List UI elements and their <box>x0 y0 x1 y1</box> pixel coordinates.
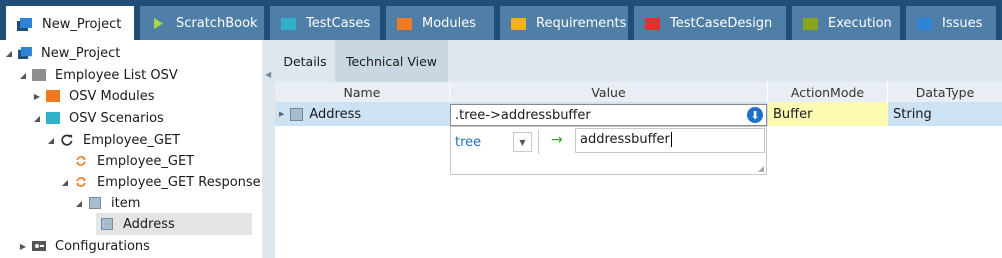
folder-icon <box>803 17 818 30</box>
collapsed-arrow-icon[interactable]: ▶ <box>18 242 28 251</box>
panel-splitter[interactable]: ◀ <box>262 40 275 258</box>
tree-node-new-project[interactable]: ◢ New_Project <box>4 42 120 64</box>
target-value: addressbuffer <box>580 132 670 147</box>
tree-node-employee-get-response[interactable]: ◢ Employee_GET Response <box>60 171 261 193</box>
square-icon <box>290 107 304 121</box>
tree-node-employee-get-request[interactable]: Employee_GET <box>74 150 194 172</box>
folder-icon <box>511 17 526 30</box>
folder-icon <box>46 112 60 124</box>
tab-details[interactable]: Details <box>275 40 335 82</box>
expanded-arrow-icon[interactable]: ◢ <box>60 178 70 187</box>
datatype-cell[interactable]: String <box>888 102 1002 126</box>
value-input[interactable]: .tree->addressbuffer ⬇ <box>450 104 767 126</box>
tab-label: ScratchBook <box>176 15 258 31</box>
folder-icon <box>32 69 46 81</box>
buffer-editor-popup: tree ▼ → addressbuffer ◢ <box>450 126 767 175</box>
column-header-value[interactable]: Value <box>450 82 768 102</box>
tree-node-osv-modules[interactable]: ▶ OSV Modules <box>32 85 155 107</box>
chevron-down-icon[interactable]: ▼ <box>513 132 532 152</box>
collapsed-arrow-icon[interactable]: ▶ <box>279 110 284 118</box>
tree-node-item[interactable]: ◢ item <box>74 192 140 214</box>
tree-node-label: Configurations <box>55 238 150 254</box>
tab-label: Requirements <box>536 15 627 31</box>
column-header-name[interactable]: Name <box>275 82 450 102</box>
tab-execution[interactable]: Execution <box>792 6 900 40</box>
cycle-icon <box>75 177 87 187</box>
actionmode-value: Buffer <box>773 106 813 122</box>
tab-label: TestCases <box>306 15 371 31</box>
tree-node-label: Employee_GET Response <box>97 174 261 190</box>
column-header-datatype[interactable]: DataType <box>888 82 1002 102</box>
close-tab-button[interactable]: × <box>133 15 134 33</box>
expand-editor-button[interactable]: ⬇ <box>747 107 763 123</box>
square-icon <box>89 197 101 209</box>
tree-node-employee-get[interactable]: ◢ Employee_GET <box>46 129 180 151</box>
tab-label: New_Project <box>42 16 122 32</box>
tree-node-label: Employee_GET <box>83 132 181 148</box>
tab-label: TestCaseDesign <box>670 15 773 31</box>
text-cursor <box>670 132 672 147</box>
project-icon <box>18 47 32 59</box>
refresh-icon <box>61 134 73 146</box>
tab-requirements[interactable]: Requirements <box>500 6 628 40</box>
folder-icon <box>645 17 660 30</box>
cycle-icon <box>75 156 87 166</box>
tab-technical-view[interactable]: Technical View <box>335 40 448 82</box>
tab-label: Issues <box>942 15 983 31</box>
actionmode-cell[interactable]: Buffer <box>768 102 888 126</box>
tree-node-label: Address <box>123 216 175 232</box>
expanded-arrow-icon[interactable]: ◢ <box>4 49 14 58</box>
expanded-arrow-icon[interactable]: ◢ <box>46 136 56 145</box>
row-name: Address <box>309 106 362 122</box>
tab-testcasedesign[interactable]: TestCaseDesign <box>634 6 786 40</box>
expanded-arrow-icon[interactable]: ◢ <box>18 71 28 80</box>
tree-node-label: OSV Scenarios <box>69 110 164 126</box>
name-cell[interactable]: ▶ Address <box>275 102 450 126</box>
tree-node-label: item <box>111 195 141 211</box>
arrow-down-icon: ⬇ <box>750 108 760 122</box>
details-panel: Details Technical View Name Value Action… <box>275 40 1002 258</box>
folder-icon <box>281 17 296 30</box>
tree-node-label: Employee List OSV <box>55 67 178 83</box>
collapse-panel-icon[interactable]: ◀ <box>265 70 271 79</box>
folder-icon <box>917 17 932 30</box>
tab-issues[interactable]: Issues <box>906 6 996 40</box>
tab-modules[interactable]: Modules <box>386 6 494 40</box>
tree-node-employee-list-osv[interactable]: ◢ Employee List OSV <box>18 64 178 86</box>
document-tab-bar: New_Project × ScratchBook TestCases Modu… <box>0 0 1002 42</box>
expanded-arrow-icon[interactable]: ◢ <box>32 114 42 123</box>
tree-node-label: Employee_GET <box>97 153 195 169</box>
tree-node-configurations[interactable]: ▶ Configurations <box>18 235 150 257</box>
source-value: tree <box>455 135 482 150</box>
arrow-right-icon: → <box>551 132 563 148</box>
target-buffer-input[interactable]: addressbuffer <box>575 128 765 153</box>
tree-node-label: New_Project <box>41 45 121 61</box>
project-icon <box>17 17 32 31</box>
config-icon <box>32 241 46 251</box>
folder-icon <box>46 90 60 102</box>
tab-new-project[interactable]: New_Project × <box>6 6 134 42</box>
tab-label: Modules <box>422 15 477 31</box>
tab-scratchbook[interactable]: ScratchBook <box>140 6 264 40</box>
square-icon <box>101 218 113 230</box>
tree-node-label: OSV Modules <box>69 88 155 104</box>
resize-grip-icon[interactable]: ◢ <box>758 164 764 173</box>
column-header-actionmode[interactable]: ActionMode <box>768 82 888 102</box>
tree-node-address[interactable]: Address <box>96 213 252 235</box>
folder-icon <box>397 17 412 30</box>
value-text: .tree->addressbuffer <box>455 107 591 123</box>
source-select[interactable]: tree ▼ <box>451 130 539 154</box>
collapsed-arrow-icon[interactable]: ▶ <box>32 92 42 101</box>
tab-testcases[interactable]: TestCases <box>270 6 380 40</box>
expanded-arrow-icon[interactable]: ◢ <box>74 199 84 208</box>
play-icon <box>154 17 163 29</box>
view-tabs: Details Technical View <box>275 40 1002 82</box>
project-tree: ◢ New_Project ◢ Employee List OSV ▶ OSV … <box>0 40 262 258</box>
datatype-value: String <box>893 106 932 122</box>
tree-node-osv-scenarios[interactable]: ◢ OSV Scenarios <box>32 107 164 129</box>
tab-label: Execution <box>828 15 892 31</box>
